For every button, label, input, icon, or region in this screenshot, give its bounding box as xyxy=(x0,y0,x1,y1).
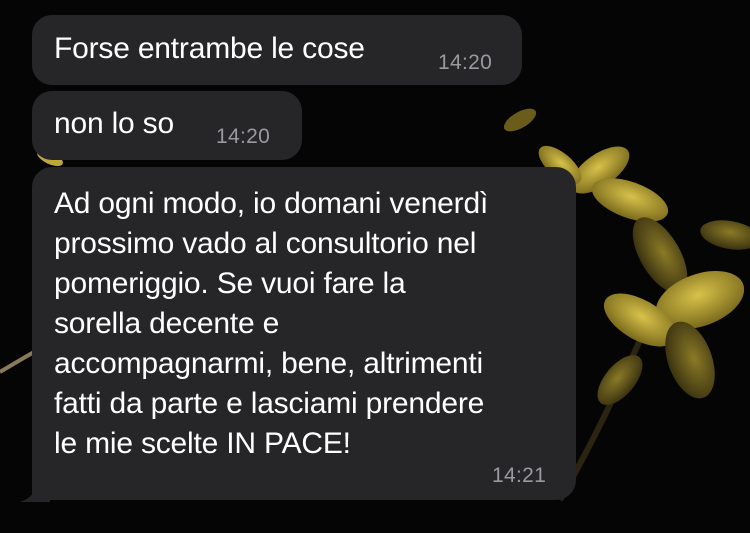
message-text: Ad ogni modo, io domani venerdì prossimo… xyxy=(54,187,489,460)
message-text: Forse entrambe le cose xyxy=(54,32,365,65)
message-bubble[interactable]: Forse entrambe le cose 14:20 xyxy=(32,15,522,85)
message-bubble[interactable]: non lo so 14:20 xyxy=(32,91,302,160)
message-bubble[interactable]: Ad ogni modo, io domani venerdì prossimo… xyxy=(32,167,576,500)
message-timestamp: 14:20 xyxy=(438,51,493,74)
message-text: non lo so xyxy=(54,107,174,140)
message-timestamp: 14:21 xyxy=(492,464,547,487)
message-timestamp: 14:20 xyxy=(216,125,271,148)
